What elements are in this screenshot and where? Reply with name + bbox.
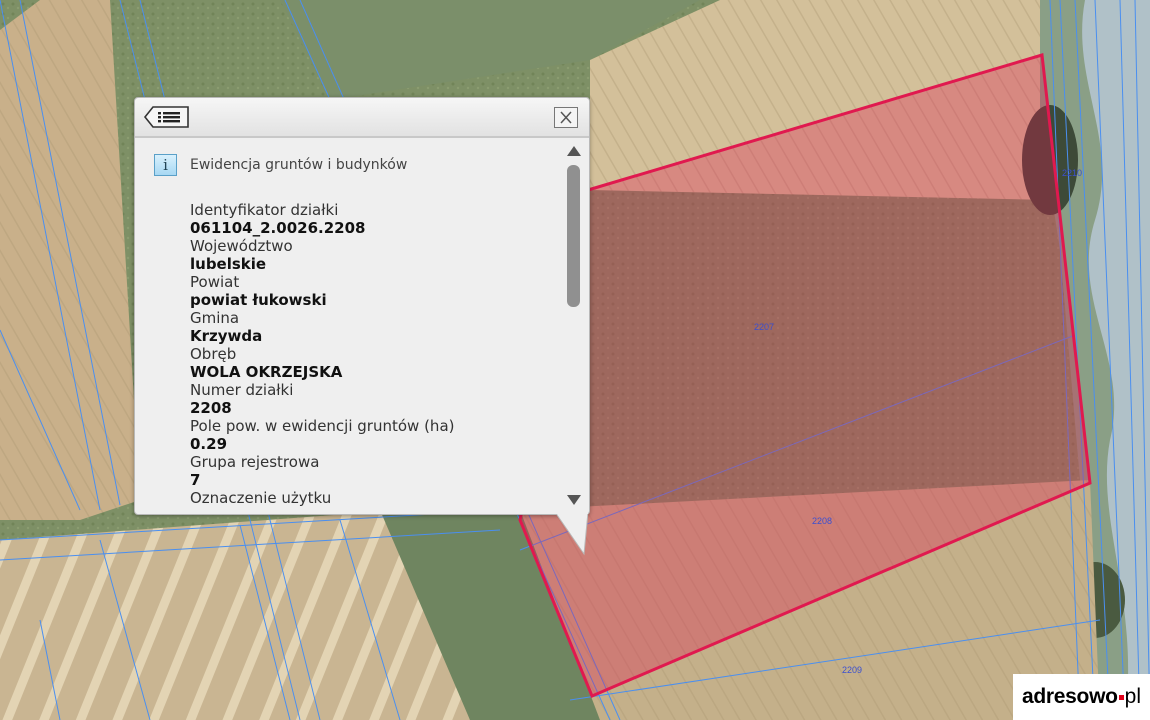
parcel-info-popup: i Ewidencja gruntów i budynków Identyfik… [134,97,590,515]
field-label-grupa-rejestrowa: Grupa rejestrowa [190,453,320,471]
close-button[interactable] [554,107,578,128]
brand-logo[interactable]: adresowo pl [1013,674,1150,720]
field-label-obreb: Obręb [190,345,237,363]
attribute-list: Identyfikator działki 061104_2.0026.2208… [190,201,560,512]
popup-pointer [554,512,588,556]
field-value-numer-dzialki: 2208 [190,399,232,417]
field-value-powiat: powiat łukowski [190,291,327,309]
scroll-down-arrow[interactable] [567,495,581,505]
section-title: Ewidencja gruntów i budynków [190,157,408,173]
list-back-icon[interactable] [143,106,191,128]
field-value-grupa-rejestrowa: 7 [190,471,201,489]
popup-header [135,98,589,138]
parcel-label-2210: 2210 [1062,168,1082,178]
field-label-numer-dzialki: Numer działki [190,381,294,399]
parcel-label-2207: 2207 [754,322,774,332]
info-icon: i [154,154,177,176]
popup-content[interactable]: i Ewidencja gruntów i budynków Identyfik… [135,138,563,512]
field-label-oznaczenie-uzytku: Oznaczenie użytku [190,489,332,507]
brand-tld: pl [1124,685,1141,708]
popup-scrollbar[interactable] [563,138,585,512]
field-value-obreb: WOLA OKRZEJSKA [190,363,343,381]
field-value-gmina: Krzywda [190,327,263,345]
brand-name: adresowo [1022,685,1118,708]
scroll-thumb[interactable] [567,165,580,307]
field-value-pole-pow: 0.29 [190,435,228,453]
field-label-wojewodztwo: Województwo [190,237,293,255]
parcel-label-2208: 2208 [812,516,832,526]
field-value-oznaczenie-uzytku [190,507,560,512]
field-label-gmina: Gmina [190,309,240,327]
field-label-pole-pow: Pole pow. w ewidencji gruntów (ha) [190,417,455,435]
parcel-label-2209: 2209 [842,665,862,675]
brand-dot [1118,694,1124,700]
field-label-powiat: Powiat [190,273,240,291]
field-value-wojewodztwo: lubelskie [190,255,267,273]
field-label-identyfikator: Identyfikator działki [190,201,339,219]
close-icon [560,111,572,124]
scroll-up-arrow[interactable] [567,146,581,156]
field-value-identyfikator: 061104_2.0026.2208 [190,219,366,237]
